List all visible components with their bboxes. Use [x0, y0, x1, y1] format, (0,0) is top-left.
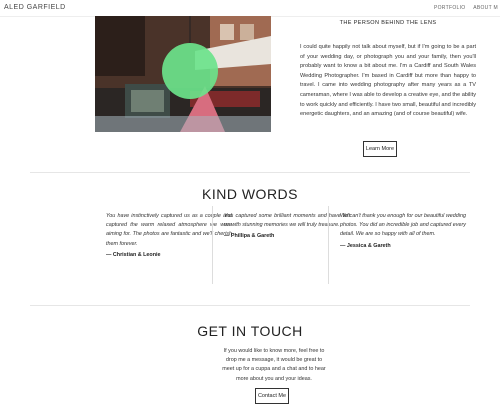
section-divider [30, 172, 470, 173]
testimonial-3: We can't thank you enough for our beauti… [340, 212, 466, 251]
contact-me-button[interactable]: Contact Me [255, 388, 289, 404]
column-divider [212, 206, 213, 284]
kind-words-title: KIND WORDS [202, 186, 298, 202]
testimonial-quote: We can't thank you enough for our beauti… [340, 213, 466, 238]
get-in-touch-title: GET IN TOUCH [197, 323, 303, 339]
nav-item-about[interactable]: ABOUT M [473, 5, 498, 11]
top-navigation-bar: ALED GARFIELD PORTFOLIO ABOUT M [0, 0, 500, 17]
testimonial-2: You captured some brilliant moments and … [224, 212, 350, 242]
column-divider [328, 206, 329, 284]
testimonial-author: — Jessica & Gareth [340, 242, 391, 249]
contact-body: If you would like to know more, feel fre… [222, 348, 326, 382]
testimonial-author: — Phillipa & Gareth [224, 233, 275, 240]
testimonial-quote: You captured some brilliant moments and … [224, 213, 350, 229]
about-body: I could quite happily not talk about mys… [300, 44, 476, 118]
section-divider [30, 305, 470, 306]
learn-more-button[interactable]: Learn More [363, 141, 397, 157]
testimonial-author: — Christian & Leonie [106, 251, 161, 258]
nav-item-portfolio[interactable]: PORTFOLIO [434, 5, 466, 11]
main-nav: PORTFOLIO ABOUT M [428, 5, 498, 11]
testimonial-quote: You have instinctively captured us as a … [106, 213, 232, 247]
about-photo [95, 16, 271, 132]
testimonial-1: You have instinctively captured us as a … [106, 212, 232, 260]
about-title: THE PERSON BEHIND THE LENS [339, 20, 437, 26]
site-brand[interactable]: ALED GARFIELD [4, 4, 66, 11]
